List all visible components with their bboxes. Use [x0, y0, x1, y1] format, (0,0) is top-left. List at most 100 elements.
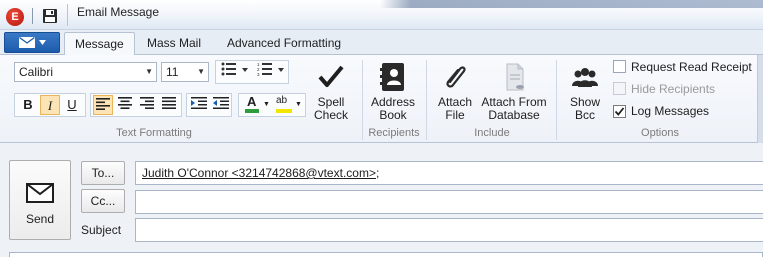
highlight-glyph: ab	[276, 95, 288, 106]
app-logo-icon[interactable]: E	[6, 8, 24, 26]
numbered-list-button[interactable]: 1 2 3	[254, 62, 288, 82]
tab-message[interactable]: Message	[64, 32, 135, 56]
align-right-button[interactable]	[137, 95, 157, 115]
align-center-button[interactable]	[115, 95, 135, 115]
alignment-group	[90, 93, 182, 117]
send-label: Send	[25, 212, 55, 226]
file-menu-button[interactable]	[4, 32, 60, 53]
group-label-recipients: Recipients	[368, 127, 420, 139]
list-button-group: 1 2 3	[215, 60, 289, 84]
people-icon	[572, 68, 598, 87]
attach-file-label-line1: Attach	[437, 95, 473, 109]
title-separator	[67, 4, 68, 26]
subject-field[interactable]	[135, 218, 763, 242]
show-bcc-label-line1: Show	[569, 95, 601, 109]
font-family-value: Calibri	[19, 65, 54, 79]
attach-file-button[interactable]: Attach File	[432, 61, 478, 122]
address-book-label-line1: Address	[370, 95, 416, 109]
group-label-text-formatting: Text Formatting	[116, 127, 192, 139]
checkbox-unchecked-icon	[613, 60, 626, 73]
indent-group	[186, 93, 232, 117]
chevron-down-icon: ▼	[145, 67, 153, 76]
show-bcc-button[interactable]: Show Bcc	[562, 61, 608, 122]
increase-indent-icon	[191, 97, 207, 109]
checkmark-icon	[614, 107, 625, 116]
group-label-include: Include	[474, 127, 510, 139]
hide-recipients-checkbox[interactable]: Hide Recipients	[613, 82, 715, 96]
attach-from-database-label-line1: Attach From	[481, 95, 547, 109]
ribbon-group-separator	[556, 60, 557, 140]
justify-icon	[162, 97, 176, 109]
compose-header: Send To... Judith O'Connor <3214742868@v…	[0, 143, 763, 257]
chevron-down-icon: ▼	[295, 101, 302, 108]
highlight-color-button[interactable]: ab ▼	[274, 95, 304, 115]
font-size-select[interactable]: 11 ▼	[161, 62, 209, 82]
show-bcc-label-line2: Bcc	[574, 108, 595, 122]
title-separator	[32, 8, 33, 24]
ribbon-group-separator	[426, 60, 427, 140]
envelope-icon	[26, 183, 54, 203]
ribbon: Calibri ▼ 11 ▼ 1 2 3 B I U A ▼ ab ▼ Text…	[0, 55, 763, 143]
title-bar: E Email Message	[0, 0, 763, 30]
tab-advanced-formatting[interactable]: Advanced Formatting	[217, 32, 351, 56]
cc-field[interactable]	[135, 190, 763, 214]
bold-button[interactable]: B	[18, 95, 38, 115]
address-book-label-line2: Book	[379, 108, 407, 122]
to-field[interactable]: Judith O'Connor <3214742868@vtext.com>;	[135, 161, 763, 185]
font-size-value: 11	[166, 65, 179, 79]
highlight-color-bar	[276, 109, 292, 113]
database-document-icon	[506, 63, 524, 91]
envelope-icon	[18, 37, 35, 48]
window-title: Email Message	[77, 5, 160, 19]
bullet-list-icon	[221, 62, 248, 76]
tab-mass-mail[interactable]: Mass Mail	[137, 32, 211, 56]
decrease-indent-button[interactable]	[211, 95, 231, 115]
send-button[interactable]: Send	[9, 160, 71, 240]
spell-check-label-line2: Check	[313, 108, 348, 122]
to-recipient[interactable]: Judith O'Connor <3214742868@vtext.com>	[142, 166, 376, 180]
message-body-editor[interactable]	[9, 252, 763, 257]
request-read-receipt-checkbox[interactable]: Request Read Receipt	[613, 60, 752, 74]
attach-file-label-line2: File	[445, 108, 465, 122]
svg-text:3: 3	[257, 72, 260, 76]
chevron-down-icon: ▼	[263, 101, 270, 108]
align-left-button[interactable]	[93, 95, 113, 115]
bullet-list-button[interactable]	[218, 62, 252, 82]
align-right-icon	[140, 97, 154, 109]
justify-button[interactable]	[159, 95, 179, 115]
decrease-indent-icon	[213, 97, 229, 109]
paperclip-icon	[446, 66, 466, 88]
attach-from-database-label-line2: Database	[488, 108, 540, 122]
address-book-icon	[380, 63, 404, 91]
checkbox-checked-icon	[613, 105, 626, 118]
to-separator: ;	[375, 166, 380, 180]
group-label-options: Options	[641, 127, 679, 139]
chevron-down-icon: ▼	[197, 67, 205, 76]
ribbon-group-separator	[362, 60, 363, 140]
font-color-button[interactable]: A ▼	[242, 94, 272, 115]
spell-check-button[interactable]: Spell Check	[308, 61, 354, 122]
request-read-receipt-label: Request Read Receipt	[631, 60, 752, 74]
align-center-icon	[118, 97, 132, 109]
save-icon[interactable]	[42, 8, 58, 24]
font-color-bar	[245, 109, 259, 113]
attach-from-database-button[interactable]: Attach From Database	[480, 61, 548, 122]
ribbon-scroll-edge	[757, 55, 763, 143]
font-style-group: B I U	[14, 93, 86, 117]
italic-button[interactable]: I	[40, 95, 60, 115]
increase-indent-button[interactable]	[189, 95, 209, 115]
log-messages-label: Log Messages	[631, 104, 710, 118]
cc-button[interactable]: Cc...	[81, 189, 125, 213]
spell-check-label-line1: Spell	[317, 95, 345, 109]
underline-button[interactable]: U	[62, 95, 82, 115]
checkmark-icon	[318, 65, 344, 87]
font-family-select[interactable]: Calibri ▼	[14, 62, 157, 82]
to-button[interactable]: To...	[81, 161, 125, 185]
color-group: A ▼ ab ▼	[238, 93, 306, 117]
log-messages-checkbox[interactable]: Log Messages	[613, 104, 709, 118]
subject-label: Subject	[81, 223, 122, 237]
checkbox-unchecked-icon	[613, 82, 626, 95]
ribbon-tab-strip: Message Mass Mail Advanced Formatting	[0, 30, 763, 56]
address-book-button[interactable]: Address Book	[366, 61, 420, 122]
chevron-down-icon	[38, 40, 46, 45]
